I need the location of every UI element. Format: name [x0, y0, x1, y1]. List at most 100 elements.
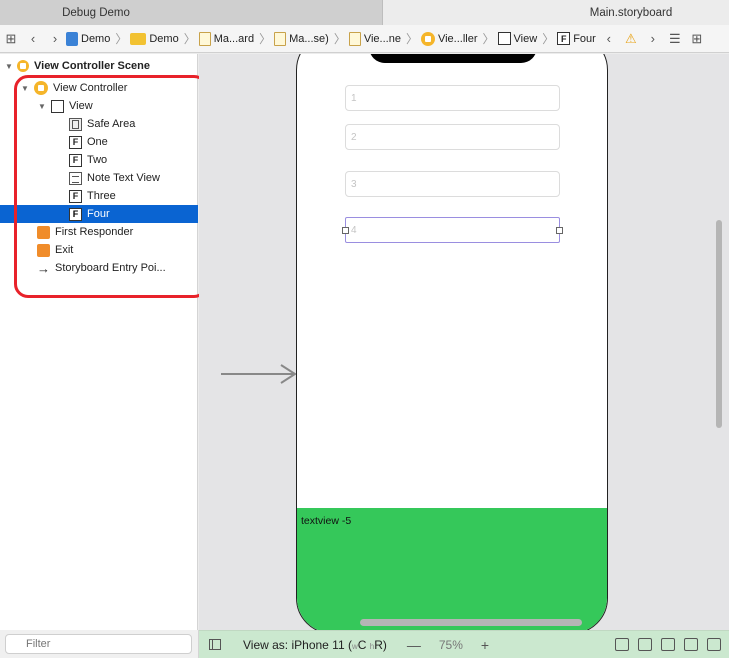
zoom-level: 75%: [438, 637, 463, 652]
outline-item-three[interactable]: F Three: [0, 187, 198, 205]
chevron-right-icon: 〉: [405, 32, 418, 46]
crumb-four[interactable]: F Four: [557, 32, 596, 45]
crumb-label: View: [513, 32, 538, 45]
add-constraints-icon[interactable]: [684, 638, 698, 651]
textfield-two[interactable]: 2: [345, 124, 560, 150]
outline-scene-row[interactable]: ▼ View Controller Scene: [0, 57, 198, 75]
outline-first-responder-row[interactable]: First Responder: [0, 223, 198, 241]
exit-icon: [37, 243, 50, 257]
textfield-icon: F: [69, 153, 82, 167]
disclosure-triangle-icon[interactable]: ▼: [37, 102, 47, 111]
crumb-view-controller[interactable]: Vie...ller: [420, 31, 478, 46]
jump-bar: ⊞ ‹ › Demo 〉 Demo 〉 Ma...ard 〉 Ma...se) …: [0, 25, 729, 53]
crumb-scene[interactable]: Vie...ne: [348, 31, 401, 46]
disclosure-triangle-icon[interactable]: ▼: [20, 84, 30, 93]
storyboard-file-icon: [198, 31, 211, 46]
textfield-icon: F: [69, 189, 82, 203]
crumb-label: Vie...ne: [363, 32, 401, 45]
device-notch: [369, 54, 537, 63]
filter-input[interactable]: [5, 634, 192, 654]
vertical-scrollbar[interactable]: [716, 220, 722, 428]
chevron-right-icon: 〉: [259, 32, 272, 46]
crumb-storyboard-base[interactable]: Ma...se): [274, 31, 329, 46]
tab-debug-demo[interactable]: Debug Demo: [0, 0, 383, 25]
view-controller-icon: [420, 31, 435, 46]
first-responder-icon: [37, 225, 50, 239]
tab-bar: Debug Demo Main.storyboard: [0, 0, 729, 25]
crumb-label: Ma...se): [289, 32, 329, 45]
textfield-four[interactable]: 4: [342, 217, 563, 243]
outline-item-note-text-view[interactable]: Note Text View: [0, 169, 198, 187]
related-items-icon[interactable]: ⊞: [0, 28, 22, 50]
outline-label: View: [69, 100, 93, 112]
textfield-placeholder: 2: [351, 131, 357, 143]
outline-label: Storyboard Entry Poi...: [55, 262, 166, 274]
chevron-right-icon: 〉: [333, 32, 346, 46]
zoom-in-button[interactable]: +: [481, 637, 489, 653]
crumb-storyboard[interactable]: Ma...ard: [198, 31, 255, 46]
outline-view-row[interactable]: ▼ View: [0, 97, 198, 115]
disclosure-triangle-icon[interactable]: ▼: [4, 62, 14, 71]
tab-label: Debug Demo: [62, 6, 130, 19]
outline-view-controller-row[interactable]: ▼ View Controller: [0, 79, 198, 97]
size-class-c: C: [357, 637, 370, 652]
textfield-icon: F: [69, 135, 82, 149]
forward-button[interactable]: ›: [44, 28, 66, 50]
outline-label: Four: [87, 208, 110, 220]
textfield-one[interactable]: 1: [345, 85, 560, 111]
textfield-three[interactable]: 3: [345, 171, 560, 197]
view-icon: [51, 99, 64, 113]
chevron-right-icon[interactable]: ›: [642, 28, 664, 50]
crumb-folder[interactable]: Demo: [130, 32, 179, 45]
crumb-label: Vie...ller: [437, 32, 478, 45]
note-text-view[interactable]: textview -5: [297, 508, 607, 630]
horizontal-scrollbar[interactable]: [360, 619, 582, 626]
split-editor-icon[interactable]: ⊞: [686, 28, 708, 50]
crumb-project[interactable]: Demo: [66, 31, 111, 46]
size-class-r: R): [374, 637, 387, 652]
crumb-view[interactable]: View: [497, 32, 538, 45]
chevron-right-icon: 〉: [115, 32, 128, 46]
view-controller-icon: [34, 81, 48, 95]
resize-handle-right[interactable]: [556, 227, 563, 234]
minimap-icon[interactable]: ☰: [664, 28, 686, 50]
folder-icon: [130, 32, 147, 45]
storyboard-canvas[interactable]: 1 2 3 4 textview -5: [199, 54, 729, 630]
outline-label: Exit: [55, 244, 74, 256]
outline-entry-point-row[interactable]: → Storyboard Entry Poi...: [0, 259, 198, 277]
outline-label: One: [87, 136, 108, 148]
outline-label: Two: [87, 154, 108, 166]
outline-item-two[interactable]: F Two: [0, 151, 198, 169]
outline-item-four[interactable]: F Four: [0, 205, 198, 223]
outline-exit-row[interactable]: Exit: [0, 241, 198, 259]
update-frames-icon[interactable]: [615, 638, 629, 651]
iphone-device-frame: 1 2 3 4 textview -5: [296, 54, 608, 630]
resize-handle-left[interactable]: [342, 227, 349, 234]
warning-icon[interactable]: ⚠: [620, 28, 642, 50]
tab-main-storyboard[interactable]: Main.storyboard: [383, 0, 729, 25]
textfield-placeholder: 1: [351, 92, 357, 104]
textfield-placeholder: 4: [351, 224, 357, 236]
align-icon[interactable]: [661, 638, 675, 651]
stack-view-icon[interactable]: [638, 638, 652, 651]
arrow-right-icon: →: [37, 260, 50, 276]
toggle-outline-icon[interactable]: [209, 639, 221, 650]
crumb-label: Four: [573, 32, 596, 45]
entry-point-arrow-icon[interactable]: [221, 364, 301, 384]
textview-icon: [69, 171, 82, 185]
device-config-button[interactable]: View as: iPhone 11 (wC hR): [243, 638, 387, 652]
textfield-icon: F: [69, 207, 82, 221]
outline-item-safe-area[interactable]: Safe Area: [0, 115, 198, 133]
scene-icon: [17, 60, 29, 72]
back-button[interactable]: ‹: [22, 28, 44, 50]
chevron-left-icon[interactable]: ‹: [598, 28, 620, 50]
view-icon: [497, 32, 511, 45]
crumb-label: Demo: [81, 32, 111, 45]
textfield-icon: F: [557, 32, 571, 45]
zoom-out-button[interactable]: —: [407, 637, 421, 653]
resolve-issues-icon[interactable]: [707, 638, 721, 651]
crumb-label: Ma...ard: [213, 32, 255, 45]
outline-item-one[interactable]: F One: [0, 133, 198, 151]
chevron-right-icon: 〉: [482, 32, 495, 46]
storyboard-file-icon: [274, 31, 287, 46]
